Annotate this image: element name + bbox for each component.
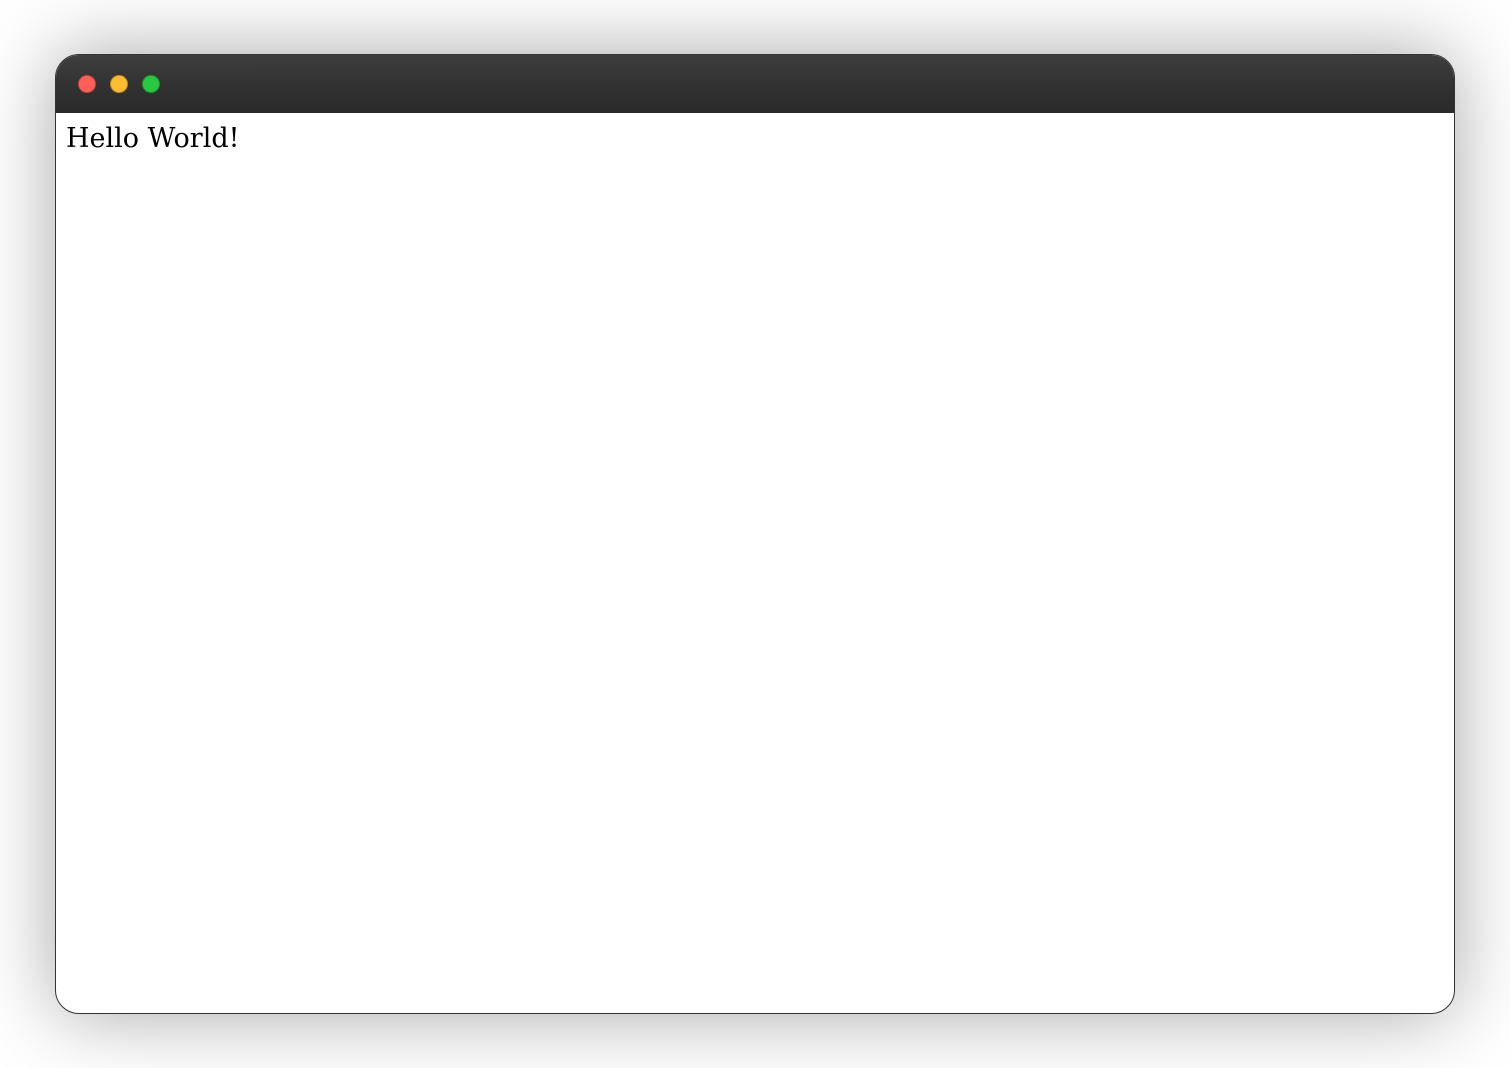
window-close-button[interactable] bbox=[78, 75, 96, 93]
body-text: Hello World! bbox=[66, 123, 1444, 155]
window-minimize-button[interactable] bbox=[110, 75, 128, 93]
window-titlebar bbox=[56, 55, 1454, 113]
app-window: Hello World! bbox=[55, 54, 1455, 1014]
window-content: Hello World! bbox=[56, 113, 1454, 165]
window-maximize-button[interactable] bbox=[142, 75, 160, 93]
